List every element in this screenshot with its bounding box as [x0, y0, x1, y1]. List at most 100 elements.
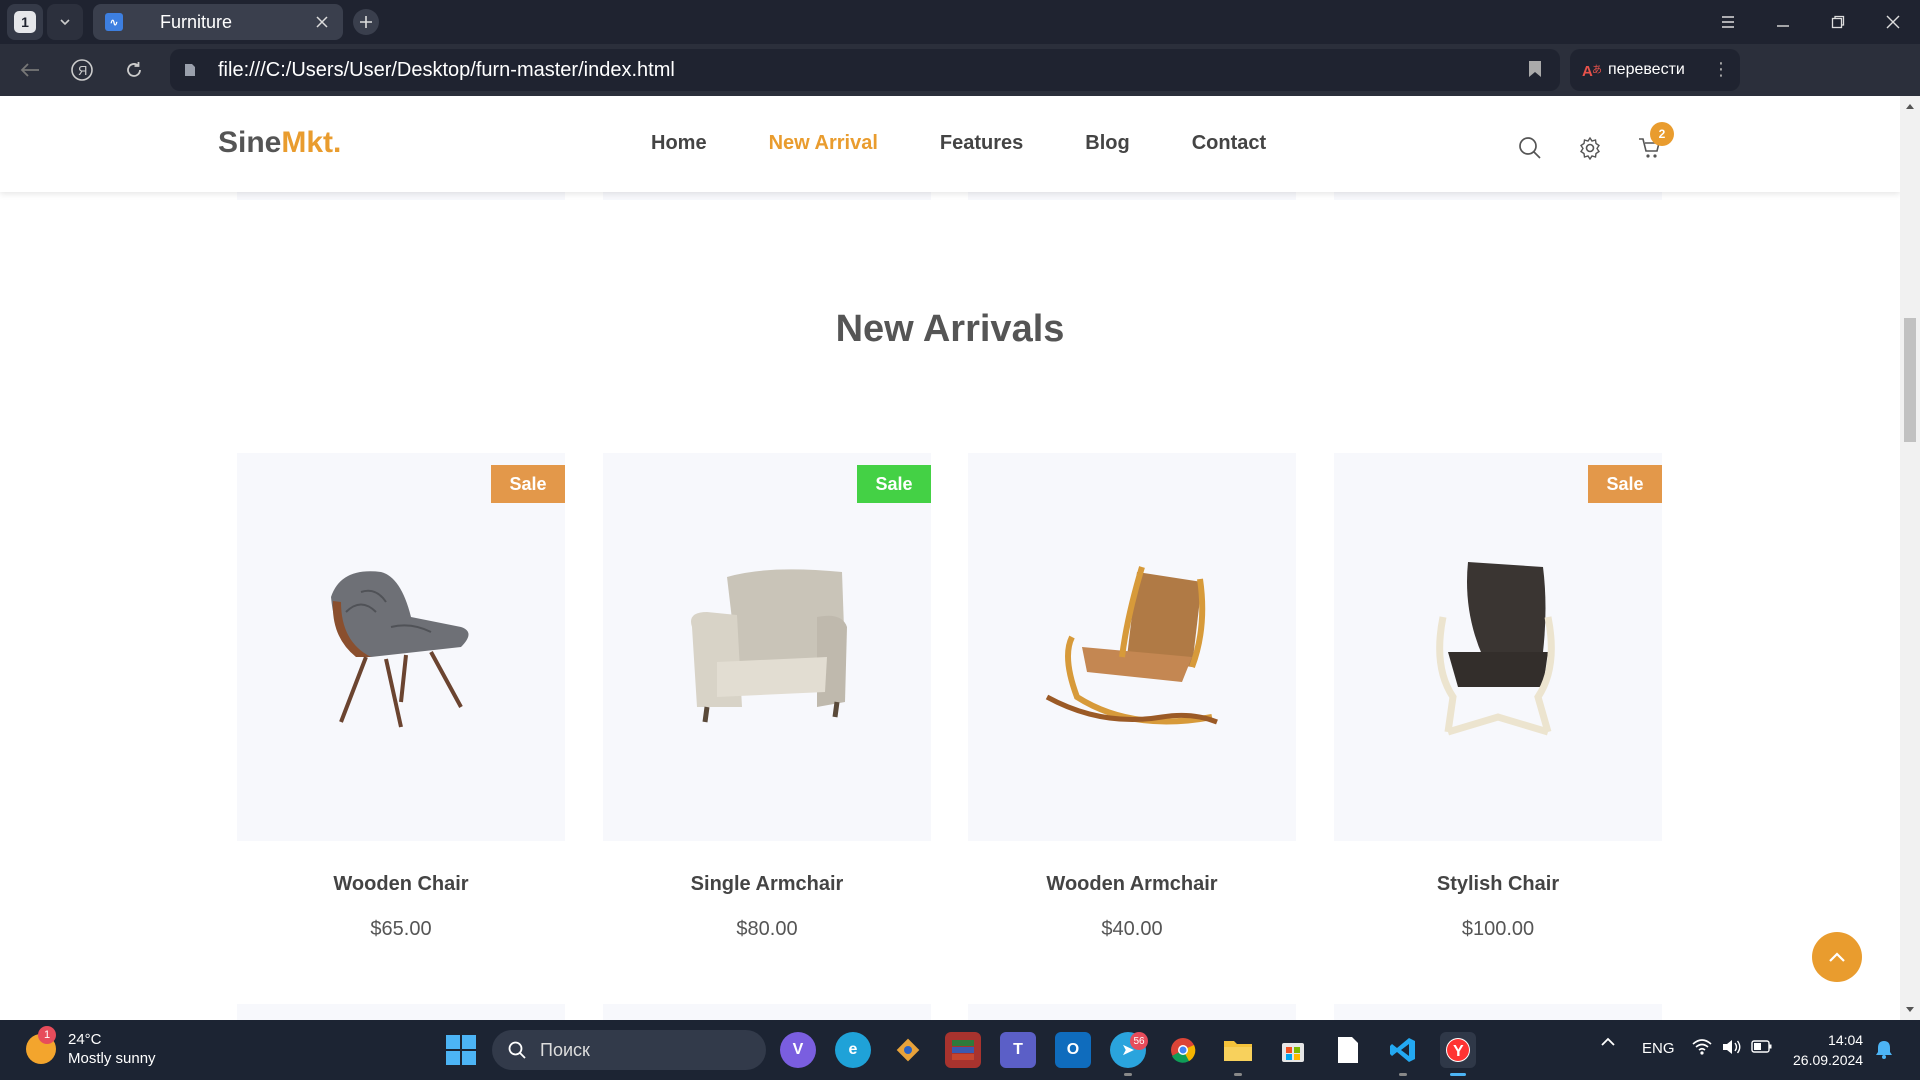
product-price: $80.00: [736, 918, 798, 940]
product-card[interactable]: Sale Wooden Chair $65.00: [237, 453, 565, 941]
product-card[interactable]: Wooden Armchair $40.00: [968, 453, 1296, 941]
notifications-bell-icon[interactable]: [1875, 1039, 1893, 1063]
translate-button[interactable]: Aあ перевести ⋮: [1570, 49, 1740, 91]
previous-card-edge: [968, 192, 1296, 200]
cart-count-badge: 2: [1650, 122, 1674, 146]
yandex-button[interactable]: Я: [60, 48, 104, 92]
weather-sun-icon: 1: [26, 1026, 56, 1064]
translate-menu-icon[interactable]: ⋮: [1712, 59, 1730, 80]
browser-tab-bar: 1 ∿ Furniture: [0, 0, 1920, 44]
nav-home[interactable]: Home: [651, 132, 707, 155]
restore-icon[interactable]: [1810, 0, 1865, 44]
tabs-dropdown-button[interactable]: [47, 4, 83, 40]
product-price: $65.00: [370, 918, 432, 940]
web-page: SineMkt. Home New Arrival Features Blog …: [0, 96, 1900, 1020]
chevron-up-icon: [1829, 952, 1845, 962]
nav-features[interactable]: Features: [940, 132, 1023, 155]
product-name[interactable]: Single Armchair: [603, 873, 931, 896]
chrome-icon[interactable]: [1165, 1032, 1201, 1068]
site-header: SineMkt. Home New Arrival Features Blog …: [0, 96, 1900, 192]
weather-badge: 1: [38, 1026, 56, 1044]
new-tab-button[interactable]: [353, 9, 379, 35]
svg-text:あ: あ: [1592, 64, 1602, 76]
language-indicator[interactable]: ENG: [1642, 1040, 1675, 1057]
search-icon[interactable]: [1517, 135, 1543, 161]
product-image: [1436, 562, 1555, 736]
nav-contact[interactable]: Contact: [1192, 132, 1266, 155]
next-card-edge: [1334, 1004, 1662, 1020]
product-name[interactable]: Wooden Armchair: [968, 873, 1296, 896]
battery-icon[interactable]: [1751, 1039, 1773, 1059]
previous-card-edge: [603, 192, 931, 200]
translate-icon: Aあ: [1582, 63, 1602, 79]
wifi-icon[interactable]: [1691, 1038, 1713, 1060]
teams-icon[interactable]: T: [1000, 1032, 1036, 1068]
product-card[interactable]: Sale Stylish Chair $100.00: [1334, 453, 1662, 941]
nav-new-arrival[interactable]: New Arrival: [769, 132, 878, 155]
page-scrollbar[interactable]: [1900, 96, 1920, 1020]
product-name[interactable]: Stylish Chair: [1334, 873, 1662, 896]
browser-menu-icon[interactable]: [1700, 0, 1755, 44]
product-image-box[interactable]: [968, 453, 1296, 841]
site-logo[interactable]: SineMkt.: [218, 126, 341, 160]
nav-blog[interactable]: Blog: [1085, 132, 1129, 155]
scroll-down-arrow-icon[interactable]: [1906, 1007, 1914, 1012]
product-image-box[interactable]: Sale: [237, 453, 565, 841]
bookmark-icon[interactable]: [1528, 60, 1542, 78]
product-name[interactable]: Wooden Chair: [237, 873, 565, 896]
next-card-edge: [237, 1004, 565, 1020]
close-window-icon[interactable]: [1865, 0, 1920, 44]
volume-icon[interactable]: [1721, 1038, 1743, 1060]
browser-tab[interactable]: ∿ Furniture: [93, 4, 343, 40]
url-field[interactable]: file:///C:/Users/User/Desktop/furn-maste…: [170, 49, 1560, 91]
product-image: [1045, 566, 1218, 725]
chevron-down-icon: [60, 19, 70, 26]
tab-close-icon[interactable]: [313, 13, 331, 31]
microsoft-store-icon[interactable]: [1275, 1032, 1311, 1068]
start-button[interactable]: [446, 1035, 476, 1065]
tab-favicon-icon: ∿: [105, 13, 123, 31]
product-image-box[interactable]: Sale: [1334, 453, 1662, 841]
notepad-icon[interactable]: [1330, 1032, 1366, 1068]
reload-button[interactable]: [112, 48, 156, 92]
tab-counter-button[interactable]: 1: [7, 4, 43, 40]
section-title: New Arrivals: [835, 308, 1065, 350]
product-image: [331, 571, 469, 728]
translate-label: перевести: [1608, 61, 1685, 78]
winrar-icon[interactable]: [945, 1032, 981, 1068]
weather-condition: Mostly sunny: [68, 1050, 156, 1067]
telegram-badge: 56: [1130, 1032, 1148, 1050]
weather-widget[interactable]: 1 24°C Mostly sunny: [26, 1026, 156, 1068]
clock[interactable]: 14:04 26.09.2024: [1793, 1030, 1863, 1070]
viber-icon[interactable]: V: [780, 1032, 816, 1068]
taskbar-search[interactable]: Поиск: [492, 1030, 766, 1070]
scroll-up-arrow-icon[interactable]: [1906, 104, 1914, 109]
scroll-to-top-button[interactable]: [1812, 932, 1862, 982]
next-card-edge: [603, 1004, 931, 1020]
minimize-icon[interactable]: [1755, 0, 1810, 44]
arrow-left-icon: [20, 63, 39, 77]
back-button[interactable]: [8, 48, 52, 92]
reload-icon: [127, 62, 141, 77]
scrollbar-thumb[interactable]: [1904, 318, 1916, 442]
show-hidden-icons-chevron-icon[interactable]: [1600, 1034, 1616, 1051]
outlook-icon[interactable]: O: [1055, 1032, 1091, 1068]
file-explorer-icon[interactable]: [1220, 1032, 1256, 1076]
yandex-browser-icon[interactable]: Y: [1440, 1032, 1476, 1076]
address-bar-row: Я file:///C:/Users/User/Desktop/furn-mas…: [0, 44, 1920, 128]
edge-icon[interactable]: e: [835, 1032, 871, 1068]
vscode-icon[interactable]: [1385, 1032, 1421, 1076]
weather-temperature: 24°C: [68, 1031, 102, 1048]
url-text: file:///C:/Users/User/Desktop/furn-maste…: [218, 58, 675, 81]
sale-badge: Sale: [1588, 465, 1662, 503]
settings-gear-icon[interactable]: [1577, 135, 1603, 161]
taskbar: 1 24°C Mostly sunny Поиск V e T O ➤ 56 Y: [0, 1020, 1920, 1080]
product-price: $40.00: [1101, 918, 1163, 940]
clock-time: 14:04: [1828, 1032, 1864, 1048]
product-card[interactable]: Sale Single Armchair $80.00: [603, 453, 931, 941]
tab-title: Furniture: [160, 11, 233, 32]
product-image-box[interactable]: Sale: [603, 453, 931, 841]
git-icon[interactable]: [890, 1032, 926, 1068]
svg-text:Я: Я: [78, 63, 87, 78]
logo-accent: Mkt.: [281, 126, 342, 159]
